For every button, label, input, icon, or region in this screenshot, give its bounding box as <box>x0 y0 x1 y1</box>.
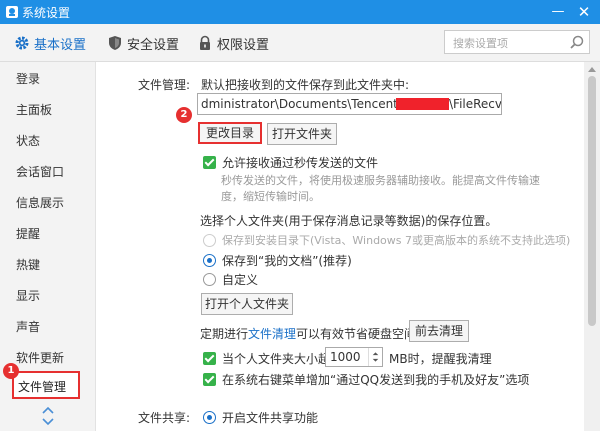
file-cleanup-link[interactable]: 文件清理 <box>248 325 296 342</box>
search-box[interactable]: 搜索设置项 <box>444 30 590 54</box>
sidebar-item-label: 提醒 <box>16 227 41 241</box>
path-suffix: \FileRecv\ <box>449 97 502 111</box>
file-sharing-section-label: 文件共享: <box>138 411 191 425</box>
flash-transfer-label: 允许接收通过秒传发送的文件 <box>222 156 379 170</box>
tab-label: 权限设置 <box>217 38 270 53</box>
chevron-down-icon[interactable] <box>42 418 54 426</box>
size-warning-checkbox[interactable] <box>203 352 216 365</box>
tab-basic-settings[interactable]: 基本设置 <box>14 34 94 53</box>
download-path-field[interactable]: dministrator\Documents\Tencent Files\ \F… <box>197 93 502 115</box>
size-warning-prefix: 当个人文件夹大小超过 <box>222 352 343 366</box>
radio-install-dir-label: 保存到安装目录下(Vista、Windows 7或更高版本的系统不支持此选项) <box>222 234 571 247</box>
open-personal-folder-button[interactable]: 打开个人文件夹 <box>201 293 293 315</box>
scroll-up-icon[interactable] <box>588 66 596 72</box>
sidebar-item-label: 状态 <box>16 134 41 148</box>
cleanup-prefix: 定期进行 <box>200 327 249 341</box>
go-cleanup-button[interactable]: 前去清理 <box>409 320 469 342</box>
sidebar-item-label: 软件更新 <box>16 351 65 365</box>
title-bar: 系统设置 — ✕ <box>0 0 600 24</box>
size-limit-spinner[interactable]: 1000 <box>325 347 383 367</box>
sidebar-item-hotkeys[interactable]: 热键 <box>0 250 96 280</box>
radio-my-documents-label: 保存到“我的文档”(推荐) <box>222 254 352 268</box>
tab-permission-settings[interactable]: 权限设置 <box>197 34 277 53</box>
flash-transfer-desc-2: 度，缩短传输时间。 <box>221 190 320 203</box>
size-warning-suffix: MB时，提醒我清理 <box>389 352 492 366</box>
shield-icon <box>109 36 121 50</box>
settings-content: 文件管理: 默认把接收到的文件保存到此文件夹中: dministrator\Do… <box>97 62 584 431</box>
tab-security-settings[interactable]: 安全设置 <box>107 34 187 53</box>
sidebar-item-label: 登录 <box>16 72 41 86</box>
scrollbar-thumb[interactable] <box>588 76 596 326</box>
tab-label: 基本设置 <box>34 38 87 53</box>
change-directory-button[interactable]: 更改目录 <box>198 122 262 144</box>
sidebar-item-file-management[interactable]: 文件管理 <box>12 371 80 399</box>
sidebar-item-status[interactable]: 状态 <box>0 126 96 156</box>
radio-install-dir <box>203 234 216 247</box>
app-logo-icon <box>6 6 18 18</box>
step-badge-2: 2 <box>176 107 192 123</box>
sidebar-item-login[interactable]: 登录 <box>0 64 96 94</box>
personal-folder-heading: 选择个人文件夹(用于保存消息记录等数据)的保存位置。 <box>200 214 498 228</box>
spinner-arrows-icon[interactable] <box>368 348 382 366</box>
size-limit-value: 1000 <box>330 350 361 364</box>
open-folder-button[interactable]: 打开文件夹 <box>267 123 337 145</box>
sidebar-item-label: 热键 <box>16 258 41 272</box>
sidebar-item-label: 文件管理 <box>18 380 67 394</box>
enable-file-sharing-label: 开启文件共享功能 <box>222 411 319 425</box>
content-scrollbar[interactable] <box>584 62 600 431</box>
flash-transfer-checkbox[interactable] <box>203 156 216 169</box>
sidebar-item-display[interactable]: 显示 <box>0 281 96 311</box>
flash-transfer-desc-1: 秒传发送的文件，将使用极速服务器辅助接收。能提高文件传输速 <box>221 174 540 187</box>
sidebar-item-reminder[interactable]: 提醒 <box>0 219 96 249</box>
search-icon[interactable] <box>569 34 585 50</box>
sidebar-item-main-panel[interactable]: 主面板 <box>0 95 96 125</box>
radio-enable-file-sharing[interactable] <box>203 411 216 424</box>
sidebar-item-label: 会话窗口 <box>16 165 65 179</box>
search-placeholder: 搜索设置项 <box>453 37 508 50</box>
default-folder-description: 默认把接收到的文件保存到此文件夹中: <box>201 78 410 92</box>
context-menu-label: 在系统右键菜单增加“通过QQ发送到我的手机及好友”选项 <box>222 373 530 387</box>
sidebar-item-chat-window[interactable]: 会话窗口 <box>0 157 96 187</box>
radio-custom-label: 自定义 <box>222 273 259 287</box>
window-title: 系统设置 <box>22 6 71 20</box>
close-button[interactable]: ✕ <box>574 2 594 22</box>
sidebar-item-info-display[interactable]: 信息展示 <box>0 188 96 218</box>
context-menu-checkbox[interactable] <box>203 373 216 386</box>
chevron-up-icon[interactable] <box>42 406 54 414</box>
minimize-button[interactable]: — <box>548 2 568 22</box>
radio-my-documents[interactable] <box>203 254 216 267</box>
lock-icon <box>200 35 210 50</box>
sidebar-item-sound[interactable]: 声音 <box>0 312 96 342</box>
radio-custom[interactable] <box>203 273 216 286</box>
sidebar-item-label: 显示 <box>16 289 41 303</box>
sidebar-item-label: 声音 <box>16 320 41 334</box>
tab-label: 安全设置 <box>127 38 180 53</box>
sidebar-item-label: 信息展示 <box>16 196 65 210</box>
file-management-section-label: 文件管理: <box>138 78 191 92</box>
sidebar-item-label: 主面板 <box>16 103 53 117</box>
step-badge-1: 1 <box>3 363 19 379</box>
gear-icon <box>15 36 29 50</box>
redacted-qq-number <box>396 98 449 110</box>
